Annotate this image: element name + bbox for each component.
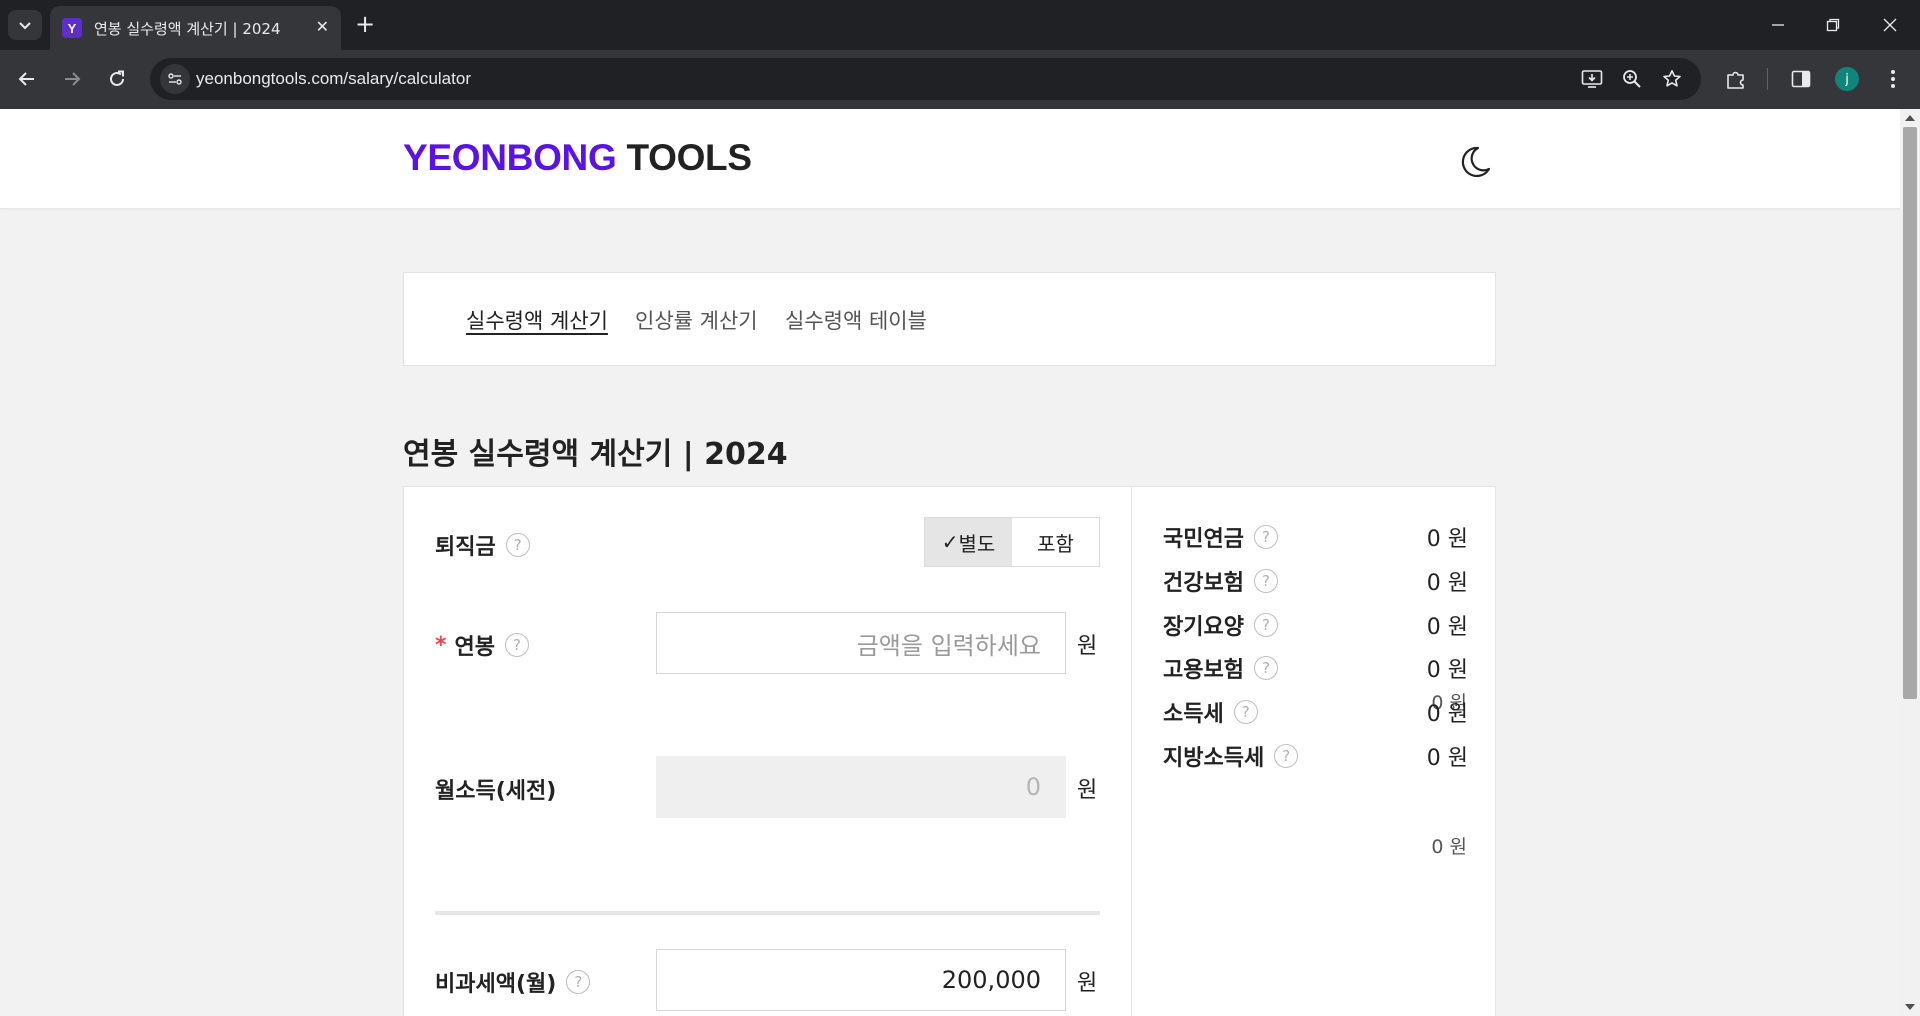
- deduction-label: 장기요양?: [1163, 609, 1278, 641]
- severance-label: 퇴직금 ?: [435, 529, 530, 561]
- severance-included-label: 포함: [1037, 531, 1074, 556]
- zoom-icon[interactable]: [1620, 67, 1644, 91]
- deduction-label-text: 장기요양: [1163, 615, 1244, 640]
- deduction-row-local-income-tax: 지방소득세? 0 원: [1163, 740, 1468, 772]
- help-icon[interactable]: ?: [1233, 700, 1258, 724]
- deduction-label-text: 국민연금: [1163, 527, 1244, 552]
- help-icon[interactable]: ?: [1253, 656, 1278, 680]
- salary-label-text: 연봉: [454, 635, 495, 660]
- reload-icon[interactable]: [102, 64, 132, 94]
- tab-salary-table[interactable]: 실수령액 테이블: [785, 305, 927, 335]
- severance-toggle: ✓ 별도 포함: [924, 517, 1100, 567]
- monthly-income-amount-text: 0 원: [1431, 836, 1467, 858]
- close-window-icon[interactable]: [1877, 12, 1903, 38]
- deduction-row-health: 건강보험? 0 원: [1163, 565, 1468, 597]
- back-arrow-icon[interactable]: [12, 64, 42, 94]
- page-scrollbar[interactable]: [1900, 109, 1920, 1016]
- site-favicon: Y: [62, 18, 82, 38]
- deduction-value: 0 원: [1426, 746, 1468, 771]
- scroll-up-arrow-icon[interactable]: [1905, 115, 1915, 121]
- url-text[interactable]: yeonbongtools.com/salary/calculator: [196, 69, 471, 89]
- severance-included-option[interactable]: 포함: [1012, 518, 1099, 566]
- extensions-puzzle-icon[interactable]: [1723, 66, 1749, 92]
- non-taxable-label-text: 비과세액(월): [435, 972, 557, 997]
- tab-title: 연봉 실수령액 계산기 | 2024: [94, 19, 281, 38]
- deduction-row-employment: 고용보험? 0 원: [1163, 652, 1468, 684]
- tab-salary-calculator[interactable]: 실수령액 계산기: [466, 305, 608, 335]
- scroll-down-arrow-icon[interactable]: [1905, 1004, 1915, 1010]
- help-icon[interactable]: ?: [505, 633, 529, 657]
- panel-divider: [1131, 487, 1132, 1016]
- salary-label: * 연봉 ?: [435, 629, 529, 661]
- tab-search-button[interactable]: [8, 10, 42, 40]
- severance-separate-label: 별도: [958, 531, 996, 556]
- active-tab[interactable]: Y 연봉 실수령액 계산기 | 2024 ✕: [50, 6, 341, 50]
- deduction-label: 국민연금?: [1163, 521, 1278, 553]
- tab-raise-calculator[interactable]: 인상률 계산기: [635, 305, 758, 335]
- deduction-label: 건강보험?: [1163, 565, 1278, 597]
- browser-toolbar: yeonbongtools.com/salary/calculator j: [0, 50, 1920, 109]
- deduction-label-text: 고용보험: [1163, 658, 1244, 683]
- monthly-income-label: 월소득(세전): [435, 773, 556, 805]
- deduction-row-pension: 국민연금? 0 원: [1163, 521, 1468, 553]
- address-bar[interactable]: yeonbongtools.com/salary/calculator: [150, 58, 1701, 100]
- salary-unit: 원: [1077, 634, 1098, 659]
- restore-icon[interactable]: [1820, 12, 1846, 38]
- severance-label-text: 퇴직금: [435, 535, 496, 560]
- scrollbar-thumb[interactable]: [1903, 127, 1917, 699]
- deduction-value: 0 원: [1426, 702, 1468, 727]
- calculator-tabs: 실수령액 계산기 인상률 계산기 실수령액 테이블: [403, 272, 1496, 366]
- monthly-income-input: 0: [656, 756, 1066, 818]
- help-icon[interactable]: ?: [1274, 744, 1299, 768]
- severance-separate-option[interactable]: ✓ 별도: [925, 518, 1012, 566]
- install-app-icon[interactable]: [1580, 67, 1604, 91]
- deduction-label: 지방소득세?: [1163, 740, 1299, 772]
- help-icon[interactable]: ?: [1253, 525, 1278, 549]
- deduction-label-text: 소득세: [1163, 702, 1224, 727]
- check-icon: ✓: [941, 530, 959, 554]
- deduction-row-income-tax: 소득세? 0 원: [1163, 696, 1468, 728]
- page-title: 연봉 실수령액 계산기 | 2024: [403, 437, 788, 472]
- chevron-down-icon: [19, 22, 31, 30]
- site-header: YEONBONG TOOLS: [0, 109, 1900, 209]
- deduction-label: 고용보험?: [1163, 652, 1278, 684]
- deduction-row-long-term-care: 장기요양? 0 원: [1163, 609, 1468, 641]
- deduction-value: 0 원: [1426, 527, 1468, 552]
- monthly-income-unit: 원: [1077, 778, 1098, 803]
- bookmark-star-icon[interactable]: [1660, 67, 1684, 91]
- new-tab-button[interactable]: +: [352, 12, 378, 38]
- toolbar-separator: [1767, 68, 1768, 90]
- browser-menu-icon[interactable]: [1880, 66, 1906, 92]
- logo-brand-text: YEONBONG: [403, 137, 617, 178]
- profile-avatar[interactable]: j: [1835, 67, 1859, 91]
- salary-input[interactable]: 금액을 입력하세요: [656, 612, 1066, 674]
- minimize-icon[interactable]: [1765, 12, 1791, 38]
- calculator-panel: 퇴직금 ? ✓ 별도 포함 * 연봉 ? 금액을 입력하세요 원 0 원 월소득(…: [403, 486, 1496, 1016]
- help-icon[interactable]: ?: [566, 970, 591, 994]
- deduction-value: 0 원: [1426, 571, 1468, 596]
- site-logo[interactable]: YEONBONG TOOLS: [403, 137, 752, 179]
- monthly-income-label-text: 월소득(세전): [435, 779, 557, 804]
- required-mark: *: [435, 632, 447, 658]
- help-icon[interactable]: ?: [1253, 569, 1278, 593]
- moon-icon[interactable]: [1458, 145, 1492, 179]
- site-settings-icon[interactable]: [160, 64, 190, 94]
- non-taxable-label: 비과세액(월) ?: [435, 966, 591, 998]
- browser-tab-strip: Y 연봉 실수령액 계산기 | 2024 ✕ +: [0, 0, 1920, 50]
- deduction-label-text: 지방소득세: [1163, 746, 1265, 771]
- deduction-label-text: 건강보험: [1163, 571, 1244, 596]
- side-panel-icon[interactable]: [1788, 66, 1814, 92]
- non-taxable-unit: 원: [1077, 971, 1098, 996]
- logo-suffix-text: TOOLS: [626, 137, 752, 178]
- section-divider: [435, 911, 1100, 915]
- forward-arrow-icon[interactable]: [57, 64, 87, 94]
- deduction-value: 0 원: [1426, 658, 1468, 683]
- page-viewport: YEONBONG TOOLS 실수령액 계산기 인상률 계산기 실수령액 테이블…: [0, 109, 1900, 1016]
- deduction-value: 0 원: [1426, 615, 1468, 640]
- help-icon[interactable]: ?: [1253, 613, 1278, 637]
- help-icon[interactable]: ?: [505, 533, 530, 557]
- non-taxable-input[interactable]: 200,000: [656, 949, 1066, 1011]
- tab-close-icon[interactable]: ✕: [316, 18, 329, 36]
- deduction-label: 소득세?: [1163, 696, 1258, 728]
